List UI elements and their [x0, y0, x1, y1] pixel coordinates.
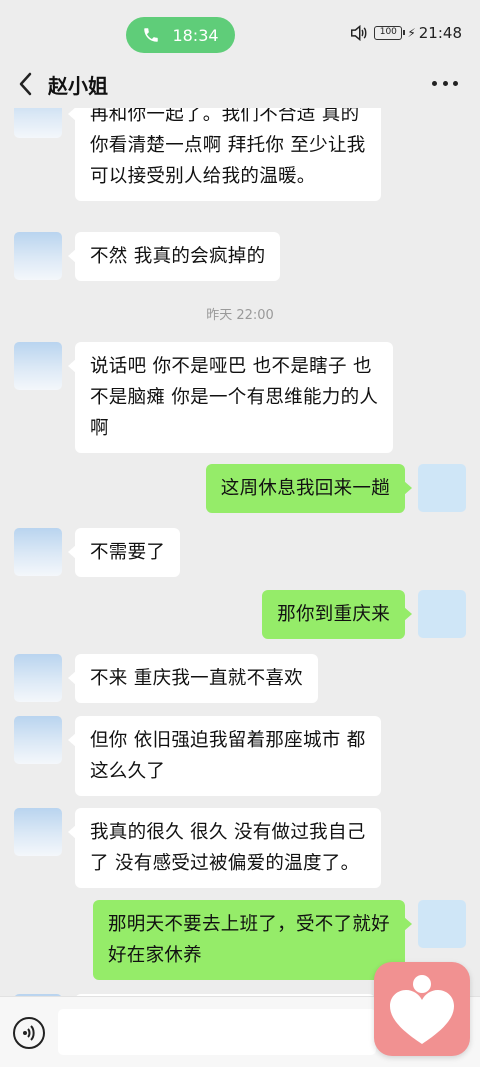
message-incoming: 再和你一起了。我们不合适 真的 你看清楚一点啊 拜托你 至少让我 可以接受别人给… [0, 108, 480, 220]
avatar[interactable] [14, 654, 62, 702]
message-bubble[interactable]: 再和你一起了。我们不合适 真的 你看清楚一点啊 拜托你 至少让我 可以接受别人给… [68, 108, 381, 201]
message-input[interactable] [58, 1009, 376, 1055]
message-bubble[interactable]: 不来 重庆我一直就不喜欢 [68, 654, 318, 703]
battery-indicator: 100 [374, 26, 406, 40]
avatar[interactable] [418, 900, 466, 948]
message-bubble[interactable]: 说话吧 你不是哑巴 也不是瞎子 也 不是脑瘫 你是一个有思维能力的人 啊 [67, 342, 394, 453]
charging-icon: ⚡ [407, 26, 416, 40]
message-incoming: 我真的很久 很久 没有做过我自己 了 没有感受过被偏爱的温度了。 [0, 808, 480, 888]
heart-floating-button[interactable] [374, 962, 470, 1056]
message-bubble[interactable]: 不然 我真的会疯掉的 [67, 232, 281, 281]
chat-header: 赵小姐 [0, 60, 480, 108]
clock: 21:48 [418, 24, 462, 42]
avatar[interactable] [14, 716, 62, 764]
avatar[interactable] [14, 808, 62, 856]
timestamp-separator: 昨天 22:00 [206, 308, 274, 323]
back-icon[interactable] [14, 70, 38, 98]
message-bubble[interactable]: 但你 依旧强迫我留着那座城市 都 这么久了 [68, 716, 381, 796]
speaker-icon [351, 25, 367, 41]
message-bubble[interactable]: 那明天不要去上班了，受不了就好 好在家休养 [92, 900, 413, 980]
message-bubble[interactable]: 这周休息我回来一趟 [205, 464, 413, 513]
ongoing-call-pill[interactable]: 18:34 [126, 17, 235, 53]
message-incoming: 说话吧 你不是哑巴 也不是瞎子 也 不是脑瘫 你是一个有思维能力的人 啊 [0, 342, 480, 453]
message-incoming: 不来 重庆我一直就不喜欢 [0, 654, 480, 704]
message-outgoing: 那你到重庆来 [0, 590, 480, 640]
message-incoming: 但你 依旧强迫我留着那座城市 都 这么久了 [0, 716, 480, 796]
message-bubble[interactable]: 我真的很久 很久 没有做过我自己 了 没有感受过被偏爱的温度了。 [68, 808, 381, 888]
message-incoming: 不然 我真的会疯掉的 [0, 232, 480, 282]
chat-title: 赵小姐 [48, 74, 108, 98]
message-incoming: 不需要了 [0, 528, 480, 578]
voice-icon[interactable] [13, 1017, 45, 1049]
message-bubble[interactable]: 不需要了 [67, 528, 181, 577]
more-icon[interactable] [432, 72, 458, 94]
avatar[interactable] [418, 590, 466, 638]
avatar[interactable] [14, 232, 62, 280]
avatar[interactable] [14, 528, 62, 576]
message-list[interactable]: 再和你一起了。我们不合适 真的 你看清楚一点啊 拜托你 至少让我 可以接受别人给… [0, 108, 480, 996]
avatar[interactable] [418, 464, 466, 512]
avatar[interactable] [14, 342, 62, 390]
system-icons: 100 ⚡ 21:48 [350, 24, 462, 42]
message-bubble[interactable]: 那你到重庆来 [262, 590, 412, 639]
avatar[interactable] [14, 108, 62, 138]
phone-icon [144, 28, 159, 42]
call-duration: 18:34 [172, 25, 219, 45]
message-outgoing: 这周休息我回来一趟 [0, 464, 480, 514]
heart-icon [390, 975, 454, 1044]
